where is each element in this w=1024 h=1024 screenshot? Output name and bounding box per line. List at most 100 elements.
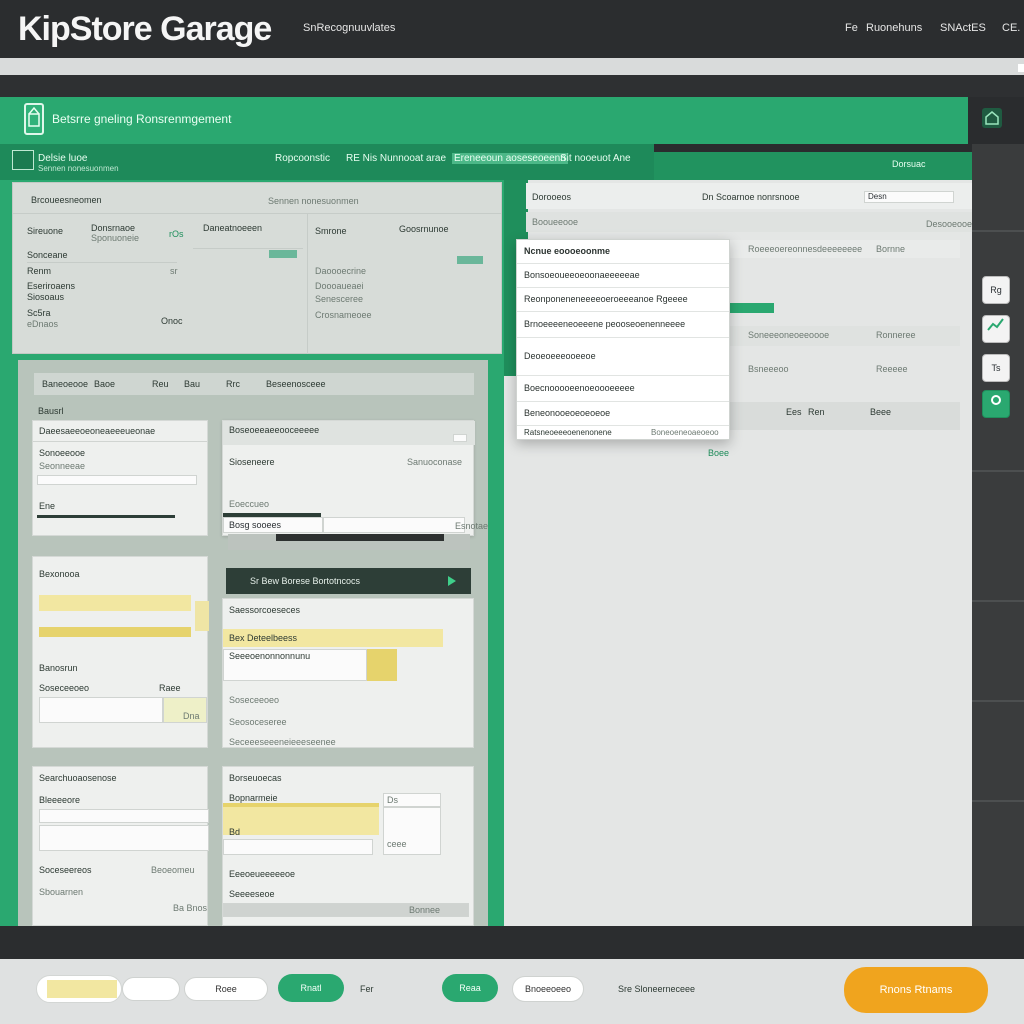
cell: Soneeeoneoeeoooe bbox=[748, 330, 830, 340]
row-value: Onoc bbox=[161, 316, 183, 326]
dropdown-item[interactable]: Ncnue eoooeoonme bbox=[517, 240, 729, 264]
info-card: Daeesaeeoeoneaeeeueonae Sonoeeooe Seonne… bbox=[32, 420, 208, 536]
footer-logo-chip[interactable] bbox=[36, 975, 122, 1003]
card-value: Bonnee bbox=[409, 905, 441, 915]
highlight-row[interactable] bbox=[223, 805, 379, 835]
row-label: Renm bbox=[27, 266, 52, 276]
column-header: Sponuoneie bbox=[91, 233, 140, 243]
tab-item[interactable]: Reu bbox=[152, 379, 169, 389]
text-field[interactable] bbox=[223, 839, 373, 855]
toolbar-item[interactable]: Ereneeoun aoseseoeenn bbox=[452, 153, 568, 164]
cell: Ronneree bbox=[876, 330, 916, 340]
tab-item[interactable]: Baoe bbox=[94, 379, 115, 389]
cell: Bsneeeoo bbox=[748, 364, 789, 374]
text-field[interactable] bbox=[39, 697, 163, 723]
primary-dark-button[interactable]: Sr Bew Borese Bortotncocs bbox=[226, 568, 471, 594]
side-button-settings[interactable] bbox=[982, 390, 1010, 418]
card-line: Bex Deteelbeess bbox=[229, 633, 298, 643]
card-value: Beoeomeu bbox=[151, 865, 195, 875]
toolbar-item[interactable]: Sit nooeuot Ane bbox=[560, 153, 631, 164]
card-line: Sonoeeooe bbox=[39, 448, 86, 458]
rail-line bbox=[972, 800, 1024, 802]
play-icon[interactable] bbox=[448, 576, 456, 586]
row-label: Senesceree bbox=[315, 294, 364, 304]
dropdown-item[interactable]: Brnoeeeeneoeeene peooseoenenneeee bbox=[517, 312, 729, 338]
footer-button[interactable]: Reaa bbox=[442, 974, 498, 1002]
card-footer-bar bbox=[276, 534, 444, 541]
card-action-field[interactable]: Bosg sooees bbox=[223, 517, 323, 533]
card-line: Eeeoeueeeeeoe bbox=[229, 869, 296, 879]
section-title: Bausrl bbox=[38, 406, 64, 416]
topnav-item-ce[interactable]: CE. bbox=[1002, 22, 1020, 34]
topnav-item-snactes[interactable]: SNActES bbox=[940, 22, 986, 34]
side-button-tag[interactable]: Rg bbox=[982, 276, 1010, 304]
divider-band bbox=[0, 75, 1024, 97]
dropdown-item[interactable]: Boecnooooeenoeoooeeeee bbox=[517, 376, 729, 402]
right-filter-row: Booueeooe Desooeooeno bbox=[526, 212, 982, 232]
right-header-main: Dn Scoarnoe nonrsnooe bbox=[702, 192, 800, 202]
bottom-bar bbox=[0, 926, 1024, 959]
card-line: Bleeeeore bbox=[39, 795, 81, 805]
info-card: Saessorcoeseces Bex Deteelbeess Seeeoeno… bbox=[222, 598, 474, 748]
footer-field[interactable]: Roee bbox=[184, 977, 268, 1001]
primary-action-button[interactable]: Rnons Rtnams bbox=[844, 967, 988, 1013]
tab-item[interactable]: Baneoeooe bbox=[42, 379, 88, 389]
card-line: Seeeeseoe bbox=[229, 889, 275, 899]
table-row[interactable]: Bsneeeoo Reeeee bbox=[730, 360, 960, 378]
page-title: Betsrre gneling Ronsrenmgement bbox=[52, 112, 232, 126]
progress-bar bbox=[37, 515, 175, 518]
dropdown-item[interactable]: Beneonooeoeoeoeoe bbox=[517, 402, 729, 426]
footer-button[interactable]: Rnatl bbox=[278, 974, 344, 1002]
status-chip[interactable] bbox=[730, 303, 774, 313]
text-field[interactable] bbox=[39, 809, 209, 823]
table-row[interactable]: Roeeeoereonnesdeeeeeeee Bornne bbox=[730, 240, 960, 258]
row-value: eDnaos bbox=[27, 319, 59, 329]
side-button-ts[interactable]: Ts bbox=[982, 354, 1010, 382]
pager-field[interactable]: Desn bbox=[864, 191, 954, 203]
table-row[interactable]: Ees Ren Beee bbox=[730, 402, 960, 430]
card-action[interactable]: Esnotae bbox=[455, 521, 488, 531]
app-logo[interactable]: KipStore Garage bbox=[18, 10, 272, 49]
topnav-item-ruonehuns[interactable]: Ruonehuns bbox=[866, 22, 922, 34]
group-title-secondary: Goosrnunoe bbox=[399, 224, 449, 234]
toolbar-subitem: Sennen nonesuonmen bbox=[38, 164, 119, 173]
side-button-chart[interactable] bbox=[982, 315, 1010, 343]
card-title: Searchuoaosenose bbox=[39, 773, 117, 783]
row-label: Eseriroaens bbox=[27, 281, 76, 291]
highlight-row[interactable] bbox=[39, 595, 191, 611]
toolbar-item[interactable]: RE Nis Nunnooat arae bbox=[346, 153, 446, 164]
footer-field-blank[interactable] bbox=[122, 977, 180, 1001]
card-input[interactable] bbox=[323, 517, 465, 533]
garage-icon[interactable] bbox=[982, 108, 1002, 128]
tab-item[interactable]: Bau bbox=[184, 379, 200, 389]
card-value: Ds bbox=[387, 795, 398, 805]
footer-field[interactable]: Bnoeeoeeo bbox=[512, 976, 584, 1002]
text-field[interactable] bbox=[39, 825, 209, 851]
grid-icon[interactable] bbox=[12, 150, 34, 170]
highlight-row[interactable] bbox=[39, 627, 191, 637]
toolbar-item[interactable]: Ropcoonstic bbox=[275, 153, 330, 164]
toolbar-item[interactable]: Delsie luoe bbox=[38, 153, 87, 164]
card-line: Seosoceseree bbox=[229, 717, 287, 727]
right-panel-link[interactable]: Boee bbox=[708, 448, 729, 458]
text-field[interactable] bbox=[37, 475, 197, 485]
tab-item[interactable]: Rrc bbox=[226, 379, 240, 389]
topnav-item-fe[interactable]: Fe bbox=[845, 22, 858, 34]
table-row[interactable]: Soneeeoneoeeoooe Ronneree bbox=[730, 326, 960, 346]
toggle-field[interactable] bbox=[453, 434, 467, 442]
panel-heading: Brcoueesneomen bbox=[31, 195, 102, 205]
dropdown-item[interactable]: Reonponeneneeeeoeroeeeanoe Rgeeee bbox=[517, 288, 729, 312]
card-title: Bexonooa bbox=[39, 569, 80, 579]
tab-item[interactable]: Beseenosceee bbox=[266, 379, 326, 389]
scroll-indicator[interactable] bbox=[1018, 64, 1024, 72]
group-title: Smrone bbox=[315, 226, 347, 236]
filter-label: Booueeooe bbox=[532, 217, 579, 227]
toolbar-item[interactable]: Dorsuac bbox=[892, 159, 926, 169]
card-line: Bopnarmeie bbox=[229, 793, 278, 803]
card-value: Ba Bnos bbox=[173, 903, 208, 913]
card-value: Raee bbox=[159, 683, 181, 693]
dropdown-item[interactable]: Bonsoeoueeoeoonaeeeeeae bbox=[517, 264, 729, 288]
card-value: Dna bbox=[183, 711, 200, 721]
row-label: Daoooecrine bbox=[315, 266, 367, 276]
dropdown-item[interactable]: Deoeoeeeooeeoe bbox=[517, 338, 729, 376]
